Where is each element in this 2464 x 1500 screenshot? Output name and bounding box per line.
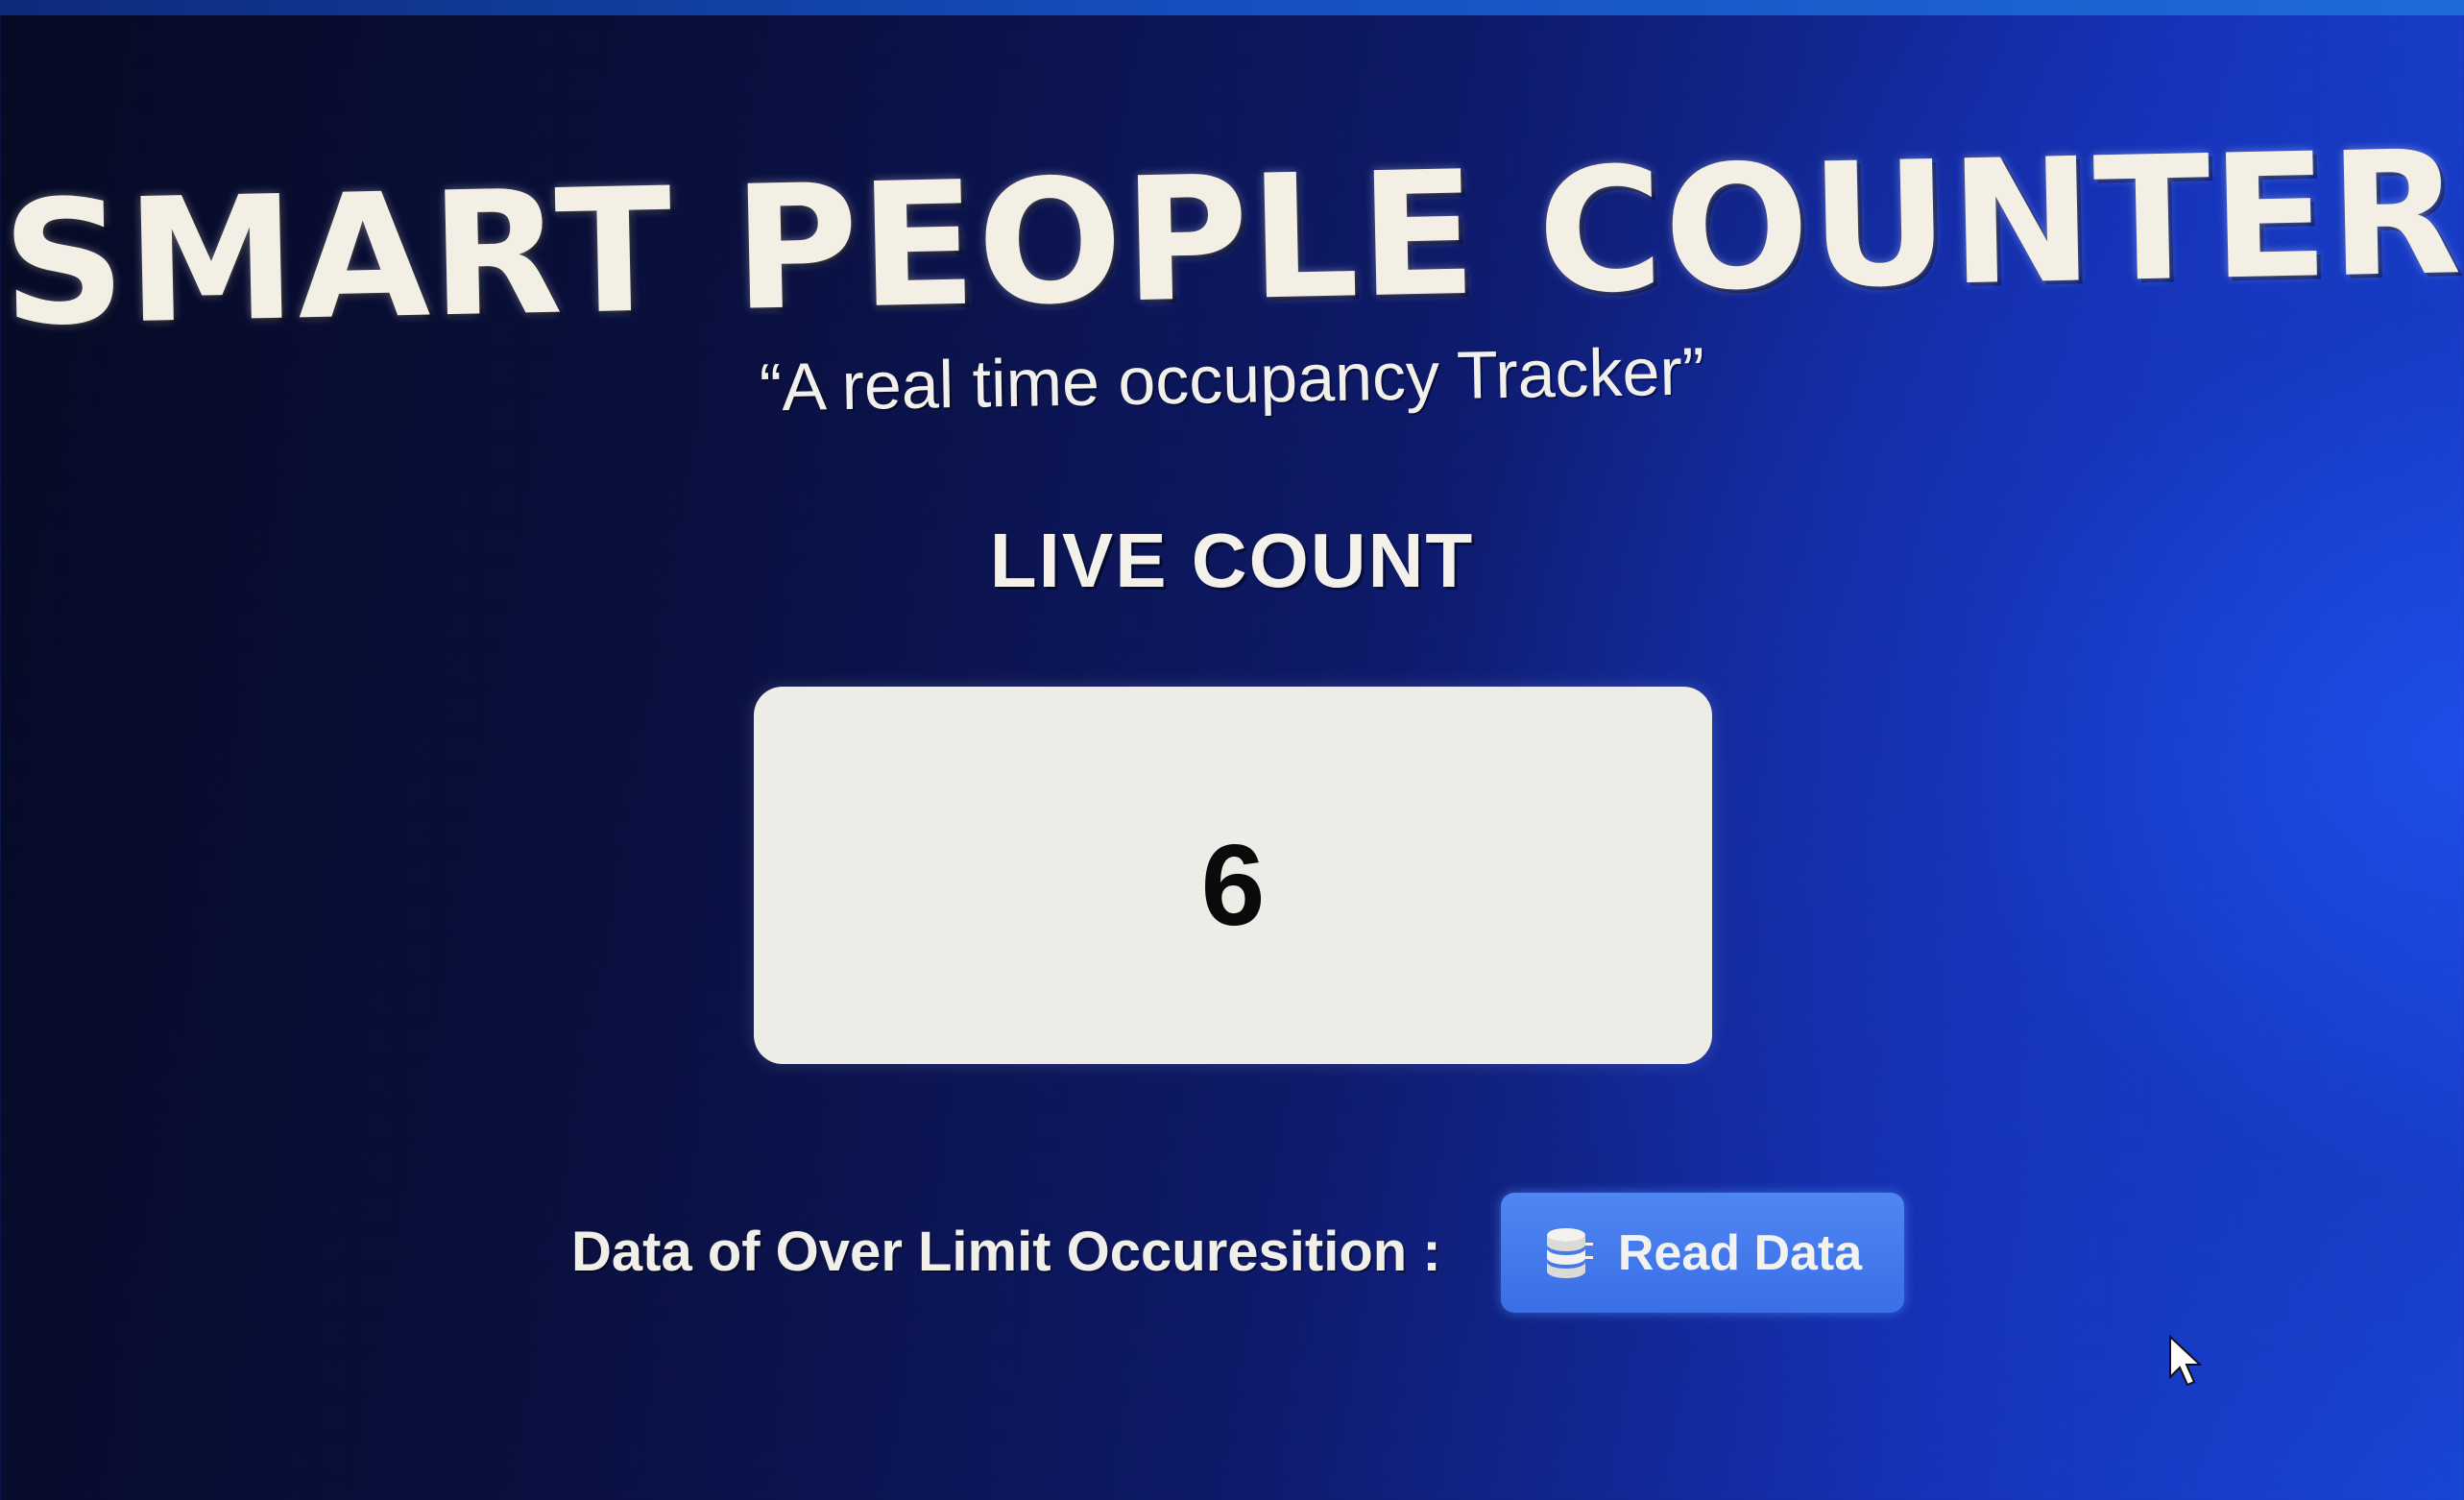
read-data-button[interactable]: Read Data	[1501, 1193, 1904, 1313]
live-count-display: 6	[754, 687, 1712, 1064]
mouse-pointer-icon	[2168, 1334, 2205, 1389]
live-count-label: LIVE COUNT	[989, 518, 1475, 603]
live-count-value: 6	[1200, 820, 1266, 950]
database-icon	[1543, 1223, 1597, 1283]
over-limit-label: Data of Over Limit Occuresition :	[571, 1221, 1441, 1283]
app-container: SMART PEOPLE COUNTER “A real time occupa…	[0, 0, 2464, 1500]
read-data-button-label: Read Data	[1617, 1224, 1863, 1281]
